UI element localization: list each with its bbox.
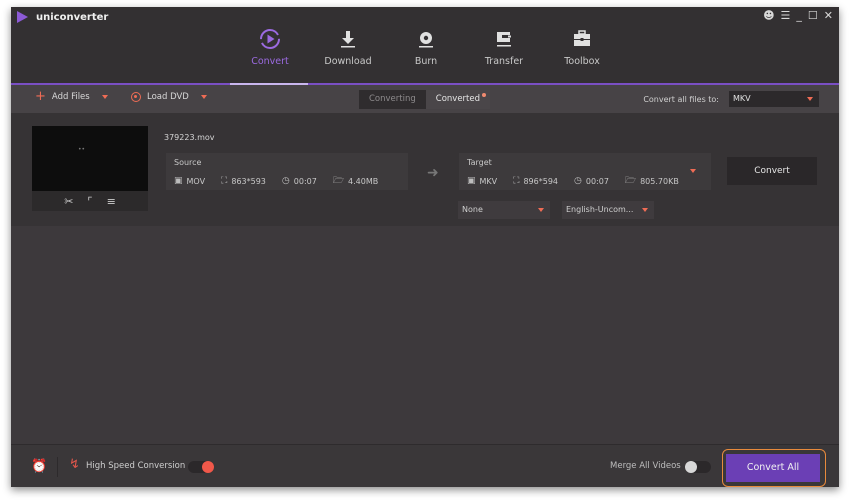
source-size: 4.40MB <box>348 176 379 186</box>
output-format-select[interactable]: MKV <box>729 91 819 107</box>
app-window: uniconverter ☻ ☰ _ ☐ ✕ Convert Download <box>11 7 839 487</box>
toggle-knob <box>202 461 214 473</box>
arrow-right-icon: ➜ <box>427 165 439 181</box>
brand: uniconverter <box>17 11 108 23</box>
convert-icon <box>231 27 309 51</box>
toggle-knob <box>685 461 697 473</box>
clock-icon: ◷ <box>574 176 582 186</box>
source-duration: 00:07 <box>293 176 317 186</box>
target-header: Target <box>467 158 492 167</box>
folder-icon: 🗁 <box>332 176 344 186</box>
load-dvd-button[interactable]: Load DVD <box>131 92 207 102</box>
download-icon <box>309 27 387 51</box>
top-bar: uniconverter ☻ ☰ _ ☐ ✕ Convert Download <box>11 7 839 85</box>
subtitle-value: None <box>462 205 483 214</box>
alarm-clock-icon[interactable]: ⏰ <box>31 459 47 474</box>
nav-convert-label: Convert <box>251 56 289 67</box>
merge-videos-label: Merge All Videos <box>610 461 681 471</box>
nav-download[interactable]: Download <box>309 27 387 67</box>
nav-toolbox-label: Toolbox <box>564 56 600 67</box>
clock-icon: ◷ <box>281 176 290 186</box>
film-icon: ▣ <box>174 176 183 186</box>
transfer-icon <box>465 27 543 51</box>
logo-icon <box>17 11 28 23</box>
window-controls: ☻ ☰ _ ☐ ✕ <box>763 9 833 23</box>
main-nav: Convert Download Burn Transfer Toolbox <box>231 27 621 67</box>
add-files-button[interactable]: + Add Files <box>35 89 108 104</box>
chevron-down-icon <box>538 208 544 212</box>
source-header: Source <box>174 158 202 167</box>
chevron-down-icon <box>642 208 648 212</box>
target-format-dropdown-icon[interactable] <box>690 169 696 173</box>
minimize-icon[interactable]: _ <box>796 9 802 23</box>
target-info[interactable]: Target ▣ MKV ⛶ 896*594 ◷ 00:07 🗁 805.70KB <box>459 153 711 190</box>
source-info: Source ▣ MOV ⛶ 863*593 ◷ 00:07 🗁 4.40MB <box>166 153 408 190</box>
file-item: •• ✂ ⌜ ≡ 379223.mov Source ▣ MOV ⛶ 863*593… <box>11 113 839 226</box>
nav-burn-label: Burn <box>414 56 438 67</box>
lightning-icon: ↯ <box>69 457 80 472</box>
tab-converted[interactable]: Converted <box>425 90 491 109</box>
load-dvd-label: Load DVD <box>147 92 189 102</box>
toolbar: + Add Files Load DVD Converting Converte… <box>11 85 839 113</box>
convert-all-button[interactable]: Convert All <box>726 454 820 482</box>
footer-bar: ⏰ ↯ High Speed Conversion Merge All Vide… <box>11 444 839 487</box>
source-format: MOV <box>186 176 206 186</box>
tab-converting[interactable]: Converting <box>359 90 426 109</box>
tab-converted-label: Converted <box>435 94 481 104</box>
nav-convert[interactable]: Convert <box>231 27 309 67</box>
nav-transfer[interactable]: Transfer <box>465 27 543 67</box>
convert-all-files-label: Convert all files to: <box>643 95 719 104</box>
high-speed-toggle[interactable] <box>188 461 214 473</box>
maximize-icon[interactable]: ☐ <box>808 9 818 23</box>
target-duration: 00:07 <box>585 176 609 186</box>
load-dvd-dropdown-icon[interactable] <box>200 95 207 99</box>
nav-burn[interactable]: Burn <box>387 27 465 67</box>
target-resolution: 896*594 <box>523 176 558 186</box>
nav-transfer-label: Transfer <box>484 56 524 67</box>
chevron-down-icon <box>807 97 813 101</box>
audio-track-select[interactable]: English-Uncom... <box>562 201 654 219</box>
app-title: uniconverter <box>36 11 109 23</box>
audio-track-value: English-Uncom... <box>566 205 634 214</box>
toolbox-icon <box>543 27 621 51</box>
resolution-icon: ⛶ <box>221 176 228 186</box>
add-files-label: Add Files <box>51 92 90 102</box>
resolution-icon: ⛶ <box>513 176 520 186</box>
merge-videos-toggle[interactable] <box>685 461 711 473</box>
convert-button[interactable]: Convert <box>727 157 817 185</box>
video-preview[interactable]: •• <box>32 126 148 191</box>
close-icon[interactable]: ✕ <box>824 9 833 23</box>
video-thumbnail[interactable]: •• ✂ ⌜ ≡ <box>32 126 148 211</box>
nav-toolbox[interactable]: Toolbox <box>543 27 621 67</box>
status-tabs: Converting Converted <box>359 90 491 109</box>
plus-icon: + <box>35 89 46 104</box>
effects-icon[interactable]: ≡ <box>107 195 116 208</box>
trim-icon[interactable]: ✂ <box>64 195 73 208</box>
file-name: 379223.mov <box>164 133 215 142</box>
output-format-value: MKV <box>733 94 751 103</box>
subtitle-select[interactable]: None <box>458 201 550 219</box>
folder-icon: 🗁 <box>624 176 637 186</box>
target-format: MKV <box>479 176 498 186</box>
nav-download-label: Download <box>324 56 372 67</box>
new-badge <box>482 93 487 97</box>
dvd-icon <box>131 92 141 102</box>
menu-icon[interactable]: ☰ <box>781 9 791 23</box>
edit-tools: ✂ ⌜ ≡ <box>32 191 148 211</box>
target-size: 805.70KB <box>640 176 679 186</box>
crop-icon[interactable]: ⌜ <box>87 195 92 208</box>
add-files-dropdown-icon[interactable] <box>101 95 108 99</box>
user-icon[interactable]: ☻ <box>763 9 774 23</box>
burn-icon <box>387 27 465 51</box>
high-speed-label: High Speed Conversion <box>86 461 186 471</box>
divider <box>57 457 58 477</box>
source-resolution: 863*593 <box>231 176 266 186</box>
film-icon: ▣ <box>467 176 476 186</box>
